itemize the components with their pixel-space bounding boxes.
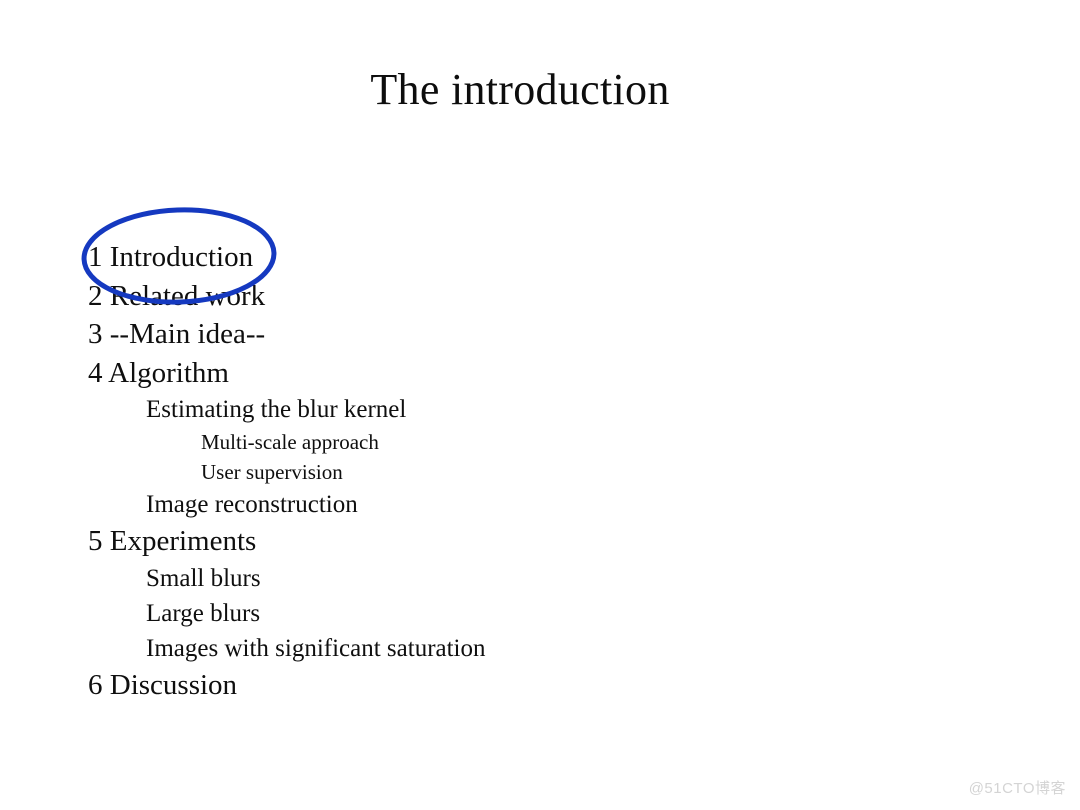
watermark-label: @51CTO博客	[968, 780, 1066, 797]
list-item: 4 Algorithm	[88, 356, 229, 389]
list-item: 3 --Main idea--	[88, 318, 266, 350]
list-item: 6 Discussion	[88, 668, 238, 701]
list-item: Multi-scale approach	[201, 430, 379, 454]
list-item: Image reconstruction	[146, 491, 358, 518]
list-item: 5 Experiments	[88, 525, 257, 557]
page-title: The introduction	[370, 65, 670, 115]
slide-canvas: The introduction 1 Introduction 2 Relate…	[0, 0, 1080, 810]
list-item: Estimating the blur kernel	[146, 396, 407, 423]
list-item: Small blurs	[146, 564, 261, 592]
list-item: Images with significant saturation	[146, 634, 486, 662]
list-item: User supervision	[201, 460, 343, 484]
list-item: 2 Related work	[88, 279, 266, 312]
list-item: 1 Introduction	[88, 241, 254, 273]
outline-list: 1 Introduction 2 Related work 3 --Main i…	[88, 238, 968, 704]
list-item: Large blurs	[146, 599, 261, 627]
